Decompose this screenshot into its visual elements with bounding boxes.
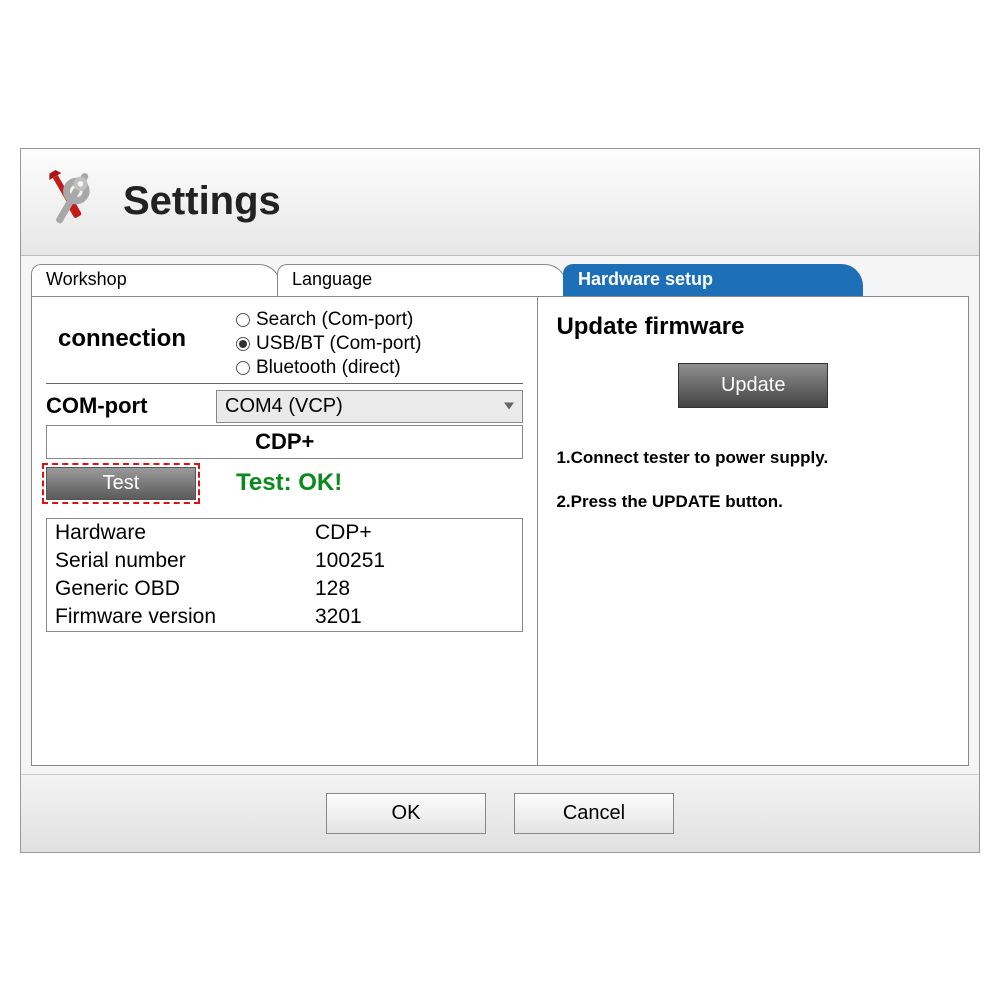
radio-icon [236,313,250,327]
table-row: Generic OBD 128 [47,575,522,603]
tab-workshop[interactable]: Workshop [31,264,281,296]
connection-radio-group: Search (Com-port) USB/BT (Com-port) Blue… [236,307,523,379]
radio-search-comport[interactable]: Search (Com-port) [236,309,523,331]
device-name-box: CDP+ [46,425,523,459]
test-result-text: Test: OK! [236,469,342,497]
tab-bar: Workshop Language Hardware setup [21,256,979,296]
connection-column: connection Search (Com-port) USB/BT (Com… [32,297,537,765]
test-button[interactable]: Test [46,467,196,500]
info-value: 128 [315,577,350,601]
comport-value: COM4 (VCP) [225,395,343,417]
comport-select[interactable]: COM4 (VCP) [216,390,523,423]
info-value: 3201 [315,605,362,629]
radio-bluetooth-direct[interactable]: Bluetooth (direct) [236,357,523,379]
radio-usb-bt-comport[interactable]: USB/BT (Com-port) [236,333,523,355]
comport-label: COM-port [46,393,216,419]
info-label: Firmware version [55,605,315,629]
firmware-step-1: 1.Connect tester to power supply. [556,448,950,468]
table-row: Firmware version 3201 [47,603,522,631]
radio-label: Bluetooth (direct) [256,357,401,379]
table-row: Serial number 100251 [47,547,522,575]
radio-label: Search (Com-port) [256,309,413,331]
info-label: Generic OBD [55,577,315,601]
ok-button[interactable]: OK [326,793,486,834]
tools-icon [35,167,105,237]
cancel-button[interactable]: Cancel [514,793,674,834]
update-button[interactable]: Update [678,363,828,408]
settings-dialog: Settings Workshop Language Hardware setu… [20,148,980,853]
dialog-title: Settings [123,179,281,224]
radio-icon [236,337,250,351]
hardware-info-table: Hardware CDP+ Serial number 100251 Gener… [46,518,523,632]
radio-label: USB/BT (Com-port) [256,333,421,355]
tab-language[interactable]: Language [277,264,567,296]
firmware-step-2: 2.Press the UPDATE button. [556,492,950,512]
info-value: 100251 [315,549,385,573]
hardware-panel: connection Search (Com-port) USB/BT (Com… [31,296,969,766]
titlebar: Settings [21,149,979,256]
radio-icon [236,361,250,375]
dialog-footer: OK Cancel [21,774,979,852]
connection-label: connection [46,307,236,353]
info-label: Hardware [55,521,315,545]
firmware-column: Update firmware Update 1.Connect tester … [537,297,968,765]
firmware-title: Update firmware [556,313,950,341]
info-value: CDP+ [315,521,372,545]
info-label: Serial number [55,549,315,573]
table-row: Hardware CDP+ [47,519,522,547]
tab-hardware-setup[interactable]: Hardware setup [563,264,863,296]
